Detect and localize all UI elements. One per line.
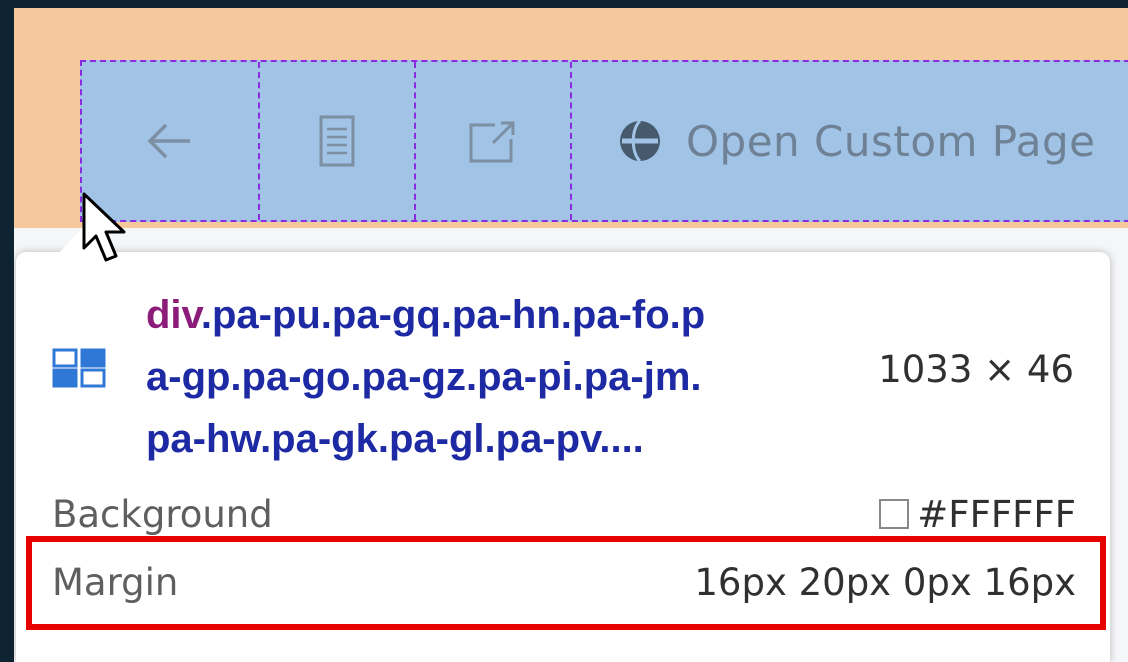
open-external-button[interactable] — [416, 62, 572, 220]
open-external-icon — [469, 121, 515, 163]
background-value: #FFFFFF — [917, 492, 1076, 536]
mouse-cursor-icon — [82, 192, 126, 262]
element-tag: div — [146, 293, 201, 337]
document-button[interactable] — [260, 62, 416, 220]
color-swatch — [879, 499, 910, 529]
globe-icon — [620, 119, 660, 163]
element-dimensions: 1033 × 46 — [878, 348, 1074, 391]
flex-container-icon — [52, 348, 106, 388]
margin-highlight-box — [26, 536, 1106, 630]
background-value-group: #FFFFFF — [879, 493, 1076, 536]
arrow-left-icon — [147, 123, 190, 159]
background-row: Background #FFFFFF — [52, 486, 1076, 542]
document-icon — [319, 115, 355, 167]
selector-line-2: a-gp.pa-go.pa-gz.pa-pi.pa-jm. — [146, 355, 702, 399]
open-custom-page-label: Open Custom Page — [686, 116, 1096, 166]
inspected-toolbar: Open Custom Page — [80, 60, 1128, 222]
selector-line-1: .pa-pu.pa-gq.pa-hn.pa-fo.p — [200, 293, 706, 337]
element-selector: div.pa-pu.pa-gq.pa-hn.pa-fo.p a-gp.pa-go… — [146, 284, 836, 470]
open-custom-page-button[interactable]: Open Custom Page — [572, 62, 1095, 220]
background-label: Background — [52, 492, 273, 536]
selector-line-3: pa-hw.pa-gk.pa-gl.pa-pv.... — [146, 417, 644, 461]
